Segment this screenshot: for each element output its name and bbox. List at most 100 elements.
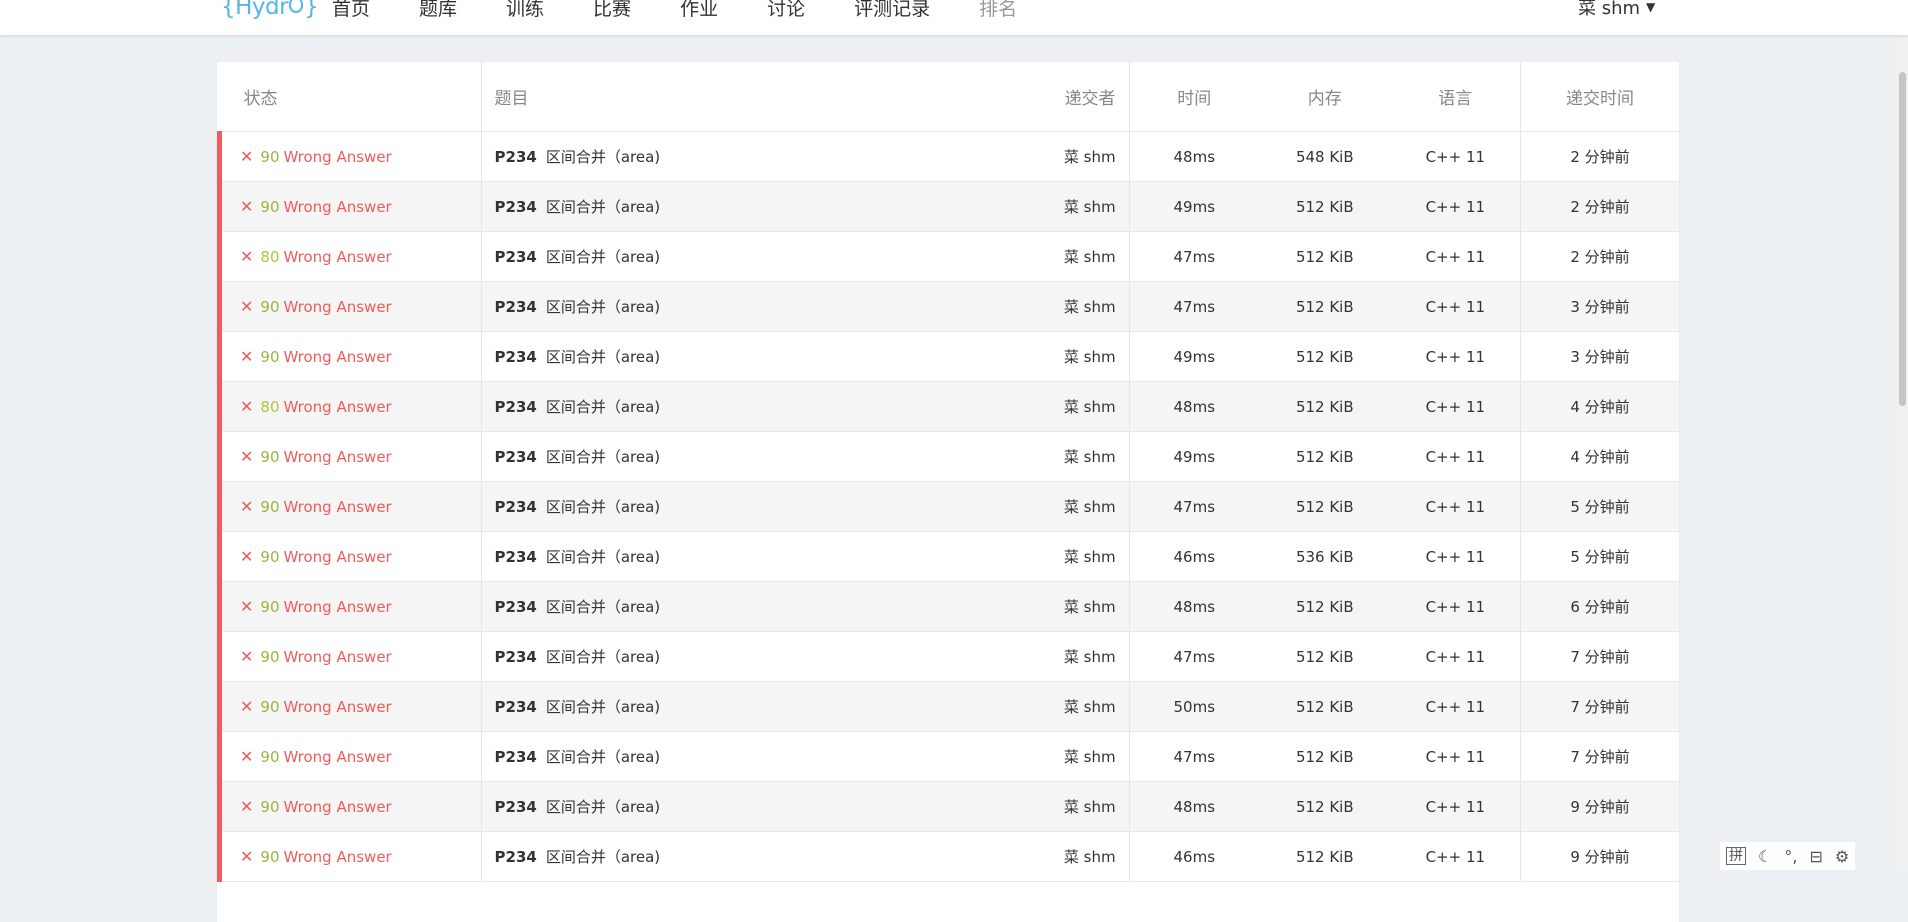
problem-title-link[interactable]: 区间合并（area): [546, 248, 660, 266]
submitter-link[interactable]: 菜 shm: [1064, 548, 1116, 566]
problem-title-link[interactable]: 区间合并（area): [546, 548, 660, 566]
submitter-cell: 菜 shm: [1000, 381, 1130, 432]
score: 90: [260, 548, 280, 566]
problem-title-link[interactable]: 区间合并（area): [546, 848, 660, 866]
records-body: ✕ 90 Wrong Answer P234 区间合并（area) 菜 shm 48ms 54…: [217, 131, 1679, 882]
submitter-cell: 菜 shm: [1000, 331, 1130, 382]
problem-id-link[interactable]: P234: [495, 698, 537, 716]
submitter-link[interactable]: 菜 shm: [1064, 798, 1116, 816]
col-time: 时间: [1128, 62, 1259, 132]
score: 80: [260, 398, 280, 416]
language-cell: C++ 11: [1390, 731, 1521, 782]
problem-id-link[interactable]: P234: [495, 798, 537, 816]
nav-ranking[interactable]: 排名: [979, 0, 1017, 21]
verdict-link[interactable]: Wrong Answer: [284, 148, 392, 166]
memory-cell: 512 KiB: [1259, 431, 1391, 482]
water-drop-icon: [289, 0, 304, 13]
moon-icon[interactable]: ☾: [1758, 847, 1772, 866]
problem-title-link[interactable]: 区间合并（area): [546, 598, 660, 616]
problem-title-link[interactable]: 区间合并（area): [546, 498, 660, 516]
table-row: ✕ 90 Wrong Answer P234 区间合并（area) 菜 shm 49ms 51…: [217, 431, 1679, 482]
verdict-link[interactable]: Wrong Answer: [284, 848, 392, 866]
problem-id-link[interactable]: P234: [495, 148, 537, 166]
submitter-link[interactable]: 菜 shm: [1064, 298, 1116, 316]
problem-id-link[interactable]: P234: [495, 348, 537, 366]
submitter-link[interactable]: 菜 shm: [1064, 248, 1116, 266]
verdict-link[interactable]: Wrong Answer: [284, 498, 392, 516]
problem-title-link[interactable]: 区间合并（area): [546, 298, 660, 316]
nav-home[interactable]: 首页: [332, 0, 370, 21]
simplified-icon[interactable]: ⊟: [1809, 847, 1822, 866]
problem-title-link[interactable]: 区间合并（area): [546, 198, 660, 216]
submitter-link[interactable]: 菜 shm: [1064, 748, 1116, 766]
submitter-link[interactable]: 菜 shm: [1064, 448, 1116, 466]
nav-contests[interactable]: 比赛: [593, 0, 631, 21]
ime-language[interactable]: 拼: [1726, 847, 1746, 865]
verdict-link[interactable]: Wrong Answer: [284, 748, 392, 766]
nav-discussion[interactable]: 讨论: [767, 0, 805, 21]
language-cell: C++ 11: [1390, 831, 1521, 882]
score: 90: [260, 498, 280, 516]
submitter-link[interactable]: 菜 shm: [1064, 398, 1116, 416]
submitter-link[interactable]: 菜 shm: [1064, 348, 1116, 366]
submitted-time-cell: 9 分钟前: [1520, 831, 1679, 882]
punctuation-icon[interactable]: °,: [1784, 847, 1797, 866]
problem-id-link[interactable]: P234: [495, 498, 537, 516]
submitter-link[interactable]: 菜 shm: [1064, 698, 1116, 716]
verdict-link[interactable]: Wrong Answer: [284, 298, 392, 316]
verdict-link[interactable]: Wrong Answer: [284, 598, 392, 616]
submitter-link[interactable]: 菜 shm: [1064, 848, 1116, 866]
verdict-link[interactable]: Wrong Answer: [284, 698, 392, 716]
memory-cell: 512 KiB: [1259, 631, 1391, 682]
submitter-link[interactable]: 菜 shm: [1064, 198, 1116, 216]
scrollbar-thumb[interactable]: [1899, 72, 1906, 406]
language-cell: C++ 11: [1390, 181, 1521, 232]
problem-id-link[interactable]: P234: [495, 648, 537, 666]
nav-records[interactable]: 评测记录: [854, 0, 930, 21]
problem-id-link[interactable]: P234: [495, 748, 537, 766]
problem-id-link[interactable]: P234: [495, 848, 537, 866]
problem-id-link[interactable]: P234: [495, 298, 537, 316]
close-icon: ✕: [240, 447, 254, 466]
problem-title-link[interactable]: 区间合并（area): [546, 648, 660, 666]
submitter-link[interactable]: 菜 shm: [1064, 498, 1116, 516]
score: 90: [260, 448, 280, 466]
verdict-link[interactable]: Wrong Answer: [284, 648, 392, 666]
problem-id-link[interactable]: P234: [495, 548, 537, 566]
status-cell: ✕ 90 Wrong Answer: [217, 581, 482, 632]
problem-title-link[interactable]: 区间合并（area): [546, 398, 660, 416]
time-cell: 47ms: [1128, 631, 1259, 682]
table-row: ✕ 90 Wrong Answer P234 区间合并（area) 菜 shm 47ms 51…: [217, 481, 1679, 532]
nav-training[interactable]: 训练: [506, 0, 544, 21]
problem-title-link[interactable]: 区间合并（area): [546, 748, 660, 766]
verdict-link[interactable]: Wrong Answer: [284, 348, 392, 366]
nav-homework[interactable]: 作业: [680, 0, 718, 21]
col-memory: 内存: [1259, 62, 1391, 132]
hydro-logo[interactable]: {Hydr}: [221, 0, 319, 20]
verdict-link[interactable]: Wrong Answer: [284, 548, 392, 566]
score: 90: [260, 648, 280, 666]
submitted-time-cell: 3 分钟前: [1520, 281, 1679, 332]
problem-id-link[interactable]: P234: [495, 198, 537, 216]
problem-id-link[interactable]: P234: [495, 248, 537, 266]
user-menu[interactable]: 菜 shm ▼: [1578, 0, 1655, 20]
problem-id-link[interactable]: P234: [495, 448, 537, 466]
problem-id-link[interactable]: P234: [495, 598, 537, 616]
submitter-link[interactable]: 菜 shm: [1064, 598, 1116, 616]
verdict-link[interactable]: Wrong Answer: [284, 248, 392, 266]
settings-icon[interactable]: ⚙: [1835, 847, 1849, 866]
submitter-link[interactable]: 菜 shm: [1064, 648, 1116, 666]
verdict-link[interactable]: Wrong Answer: [284, 198, 392, 216]
problem-title-link[interactable]: 区间合并（area): [546, 798, 660, 816]
problem-id-link[interactable]: P234: [495, 398, 537, 416]
nav-problems[interactable]: 题库: [419, 0, 457, 21]
problem-title-link[interactable]: 区间合并（area): [546, 448, 660, 466]
submitter-link[interactable]: 菜 shm: [1064, 148, 1116, 166]
problem-title-link[interactable]: 区间合并（area): [546, 698, 660, 716]
problem-title-link[interactable]: 区间合并（area): [546, 348, 660, 366]
verdict-link[interactable]: Wrong Answer: [284, 398, 392, 416]
problem-title-link[interactable]: 区间合并（area): [546, 148, 660, 166]
verdict-link[interactable]: Wrong Answer: [284, 448, 392, 466]
verdict-link[interactable]: Wrong Answer: [284, 798, 392, 816]
submitter-cell: 菜 shm: [1000, 131, 1130, 182]
